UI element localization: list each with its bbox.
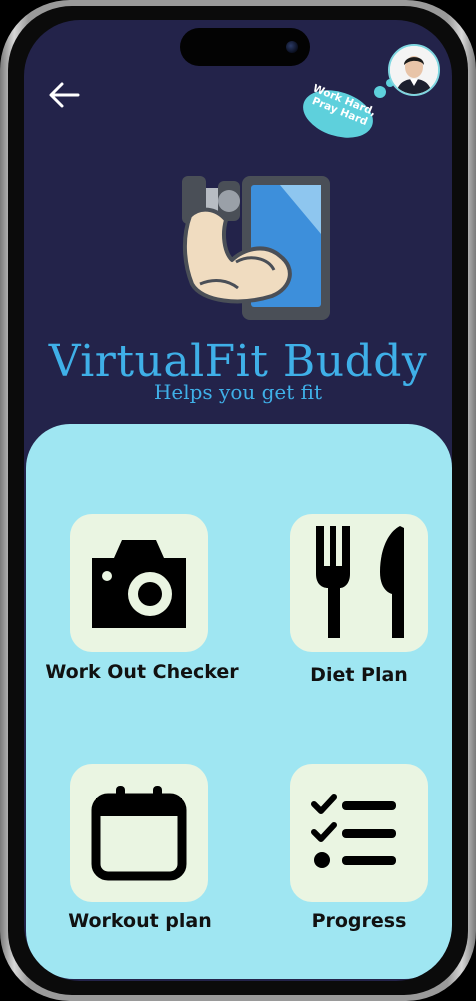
camera-icon: [92, 540, 186, 628]
diet-plan-button[interactable]: [290, 514, 428, 652]
progress-button[interactable]: [290, 764, 428, 902]
front-camera: [286, 41, 298, 53]
menu-panel: Work Out Checker Diet Plan Workout plan …: [26, 424, 452, 979]
workout-checker-label: Work Out Checker: [45, 661, 239, 683]
progress-label: Progress: [311, 910, 407, 932]
app-logo-icon: [182, 176, 330, 320]
dynamic-island: [180, 28, 310, 66]
back-button[interactable]: [46, 78, 82, 112]
app-tagline: Helps you get fit: [153, 380, 323, 404]
arrow-left-icon: [49, 82, 80, 108]
user-avatar-icon: [390, 46, 438, 94]
calendar-icon: [91, 786, 187, 881]
fork-knife-icon: [316, 526, 404, 638]
workout-plan-button[interactable]: [70, 764, 208, 902]
checklist-icon: [311, 794, 396, 868]
workout-plan-label: Workout plan: [68, 910, 212, 932]
diet-plan-label: Diet Plan: [310, 664, 408, 686]
phone-bezel: Work Hard, Pray Hard VirtualFit Buddy He…: [8, 6, 468, 995]
app-screen: Work Hard, Pray Hard VirtualFit Buddy He…: [24, 20, 452, 981]
phone-frame: Work Hard, Pray Hard VirtualFit Buddy He…: [0, 0, 476, 1001]
workout-checker-button[interactable]: [70, 514, 208, 652]
avatar[interactable]: [388, 44, 440, 96]
